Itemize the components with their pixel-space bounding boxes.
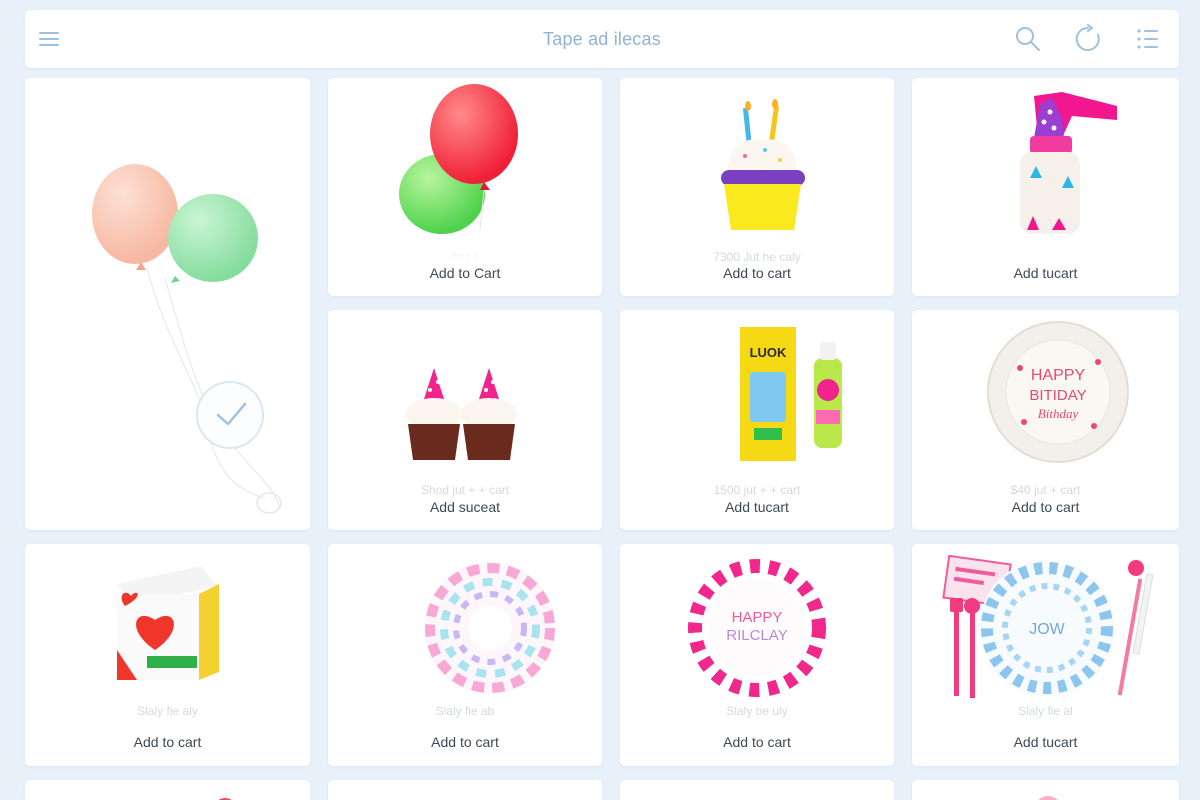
- refresh-icon[interactable]: [1073, 24, 1103, 54]
- pastel-balloons-image: [92, 164, 282, 514]
- product-card[interactable]: [25, 780, 310, 800]
- plate-text-line3: Bithday: [1038, 406, 1079, 421]
- product-card[interactable]: LUOK 1500 jut + + cart Add tucart: [620, 310, 894, 530]
- add-to-cart-button[interactable]: Add suceat: [328, 499, 602, 515]
- add-to-cart-button[interactable]: Add to Cart: [328, 265, 602, 281]
- product-card[interactable]: Slaly fie aly Add to cart: [25, 544, 310, 766]
- product-card[interactable]: 7300 Jut he caly Add to cart: [620, 78, 894, 296]
- add-to-cart-button[interactable]: Add tucart: [620, 499, 894, 515]
- product-card[interactable]: Add tucart: [912, 78, 1179, 296]
- product-caption: Slaly fie aly: [137, 704, 198, 718]
- product-caption: Slaly fie ab: [435, 704, 495, 718]
- product-card[interactable]: · · · · Add to Cart: [328, 78, 602, 296]
- party-hat-cupcakes-image: [406, 368, 517, 460]
- page-title: Tape ad ilecas: [543, 29, 661, 49]
- product-card[interactable]: HAPPY BITIDAY Bithday $40 jut + cart Add…: [912, 310, 1179, 530]
- next-row-item-preview: [1038, 796, 1058, 800]
- product-card[interactable]: [328, 780, 602, 800]
- party-spray-bottle-image: [1020, 92, 1117, 234]
- product-caption: Shod jut + + cart: [420, 483, 510, 497]
- product-caption: · · · ·: [452, 248, 478, 262]
- check-icon[interactable]: [196, 381, 264, 449]
- drink-box-bottle-image: LUOK: [740, 327, 842, 461]
- swirl-plate-image: [424, 562, 556, 694]
- product-card[interactable]: JOW Slaly fie al Add tucart: [912, 544, 1179, 766]
- product-caption: 7300 Jut he caly: [713, 250, 801, 264]
- add-to-cart-button[interactable]: Add to cart: [912, 499, 1179, 515]
- top-bar: Tape ad ilecas: [25, 10, 1179, 68]
- add-to-cart-button[interactable]: Add to cart: [328, 734, 602, 750]
- product-card[interactable]: [620, 780, 894, 800]
- plate-text-line2: BITIDAY: [1029, 387, 1086, 404]
- plate-text-line1: JOW: [1029, 621, 1065, 638]
- product-card[interactable]: Shod jut + + cart Add suceat: [328, 310, 602, 530]
- list-icon[interactable]: [1133, 24, 1163, 54]
- plate-text-line1: HAPPY: [1031, 367, 1086, 384]
- next-row-item-preview: [328, 780, 602, 800]
- blue-plate-cutlery-image: JOW: [942, 554, 1154, 698]
- drink-box-label: LUOK: [750, 345, 787, 360]
- add-to-cart-button[interactable]: Add to cart: [620, 265, 894, 281]
- search-icon[interactable]: [1013, 24, 1043, 54]
- product-caption: Slaly fie al: [1018, 704, 1073, 718]
- product-card[interactable]: Slaly fie ab Add to cart: [328, 544, 602, 766]
- next-row-item-preview: [218, 798, 232, 800]
- product-caption: $40 jut + cart: [1010, 483, 1081, 497]
- add-to-cart-button[interactable]: Add tucart: [912, 734, 1179, 750]
- hero-card[interactable]: [25, 78, 310, 530]
- product-card[interactable]: HAPPY RILCLAY Slaly be uly Add to cart: [620, 544, 894, 766]
- plate-text-line1: HAPPY: [732, 609, 783, 626]
- product-caption: 1500 jut + + cart: [713, 483, 801, 497]
- add-to-cart-button[interactable]: Add to cart: [620, 734, 894, 750]
- red-green-balloons-image: [399, 84, 518, 234]
- product-caption: Slaly be uly: [726, 704, 788, 718]
- product-card[interactable]: [912, 780, 1179, 800]
- add-to-cart-button[interactable]: Add to cart: [25, 734, 310, 750]
- birthday-plate-image: HAPPY BITIDAY Bithday: [987, 321, 1129, 463]
- plate-text-line2: RILCLAY: [726, 627, 787, 644]
- heart-juice-carton-image: [117, 566, 219, 680]
- add-to-cart-button[interactable]: Add tucart: [912, 265, 1179, 281]
- striped-plate-image: HAPPY RILCLAY: [687, 558, 827, 698]
